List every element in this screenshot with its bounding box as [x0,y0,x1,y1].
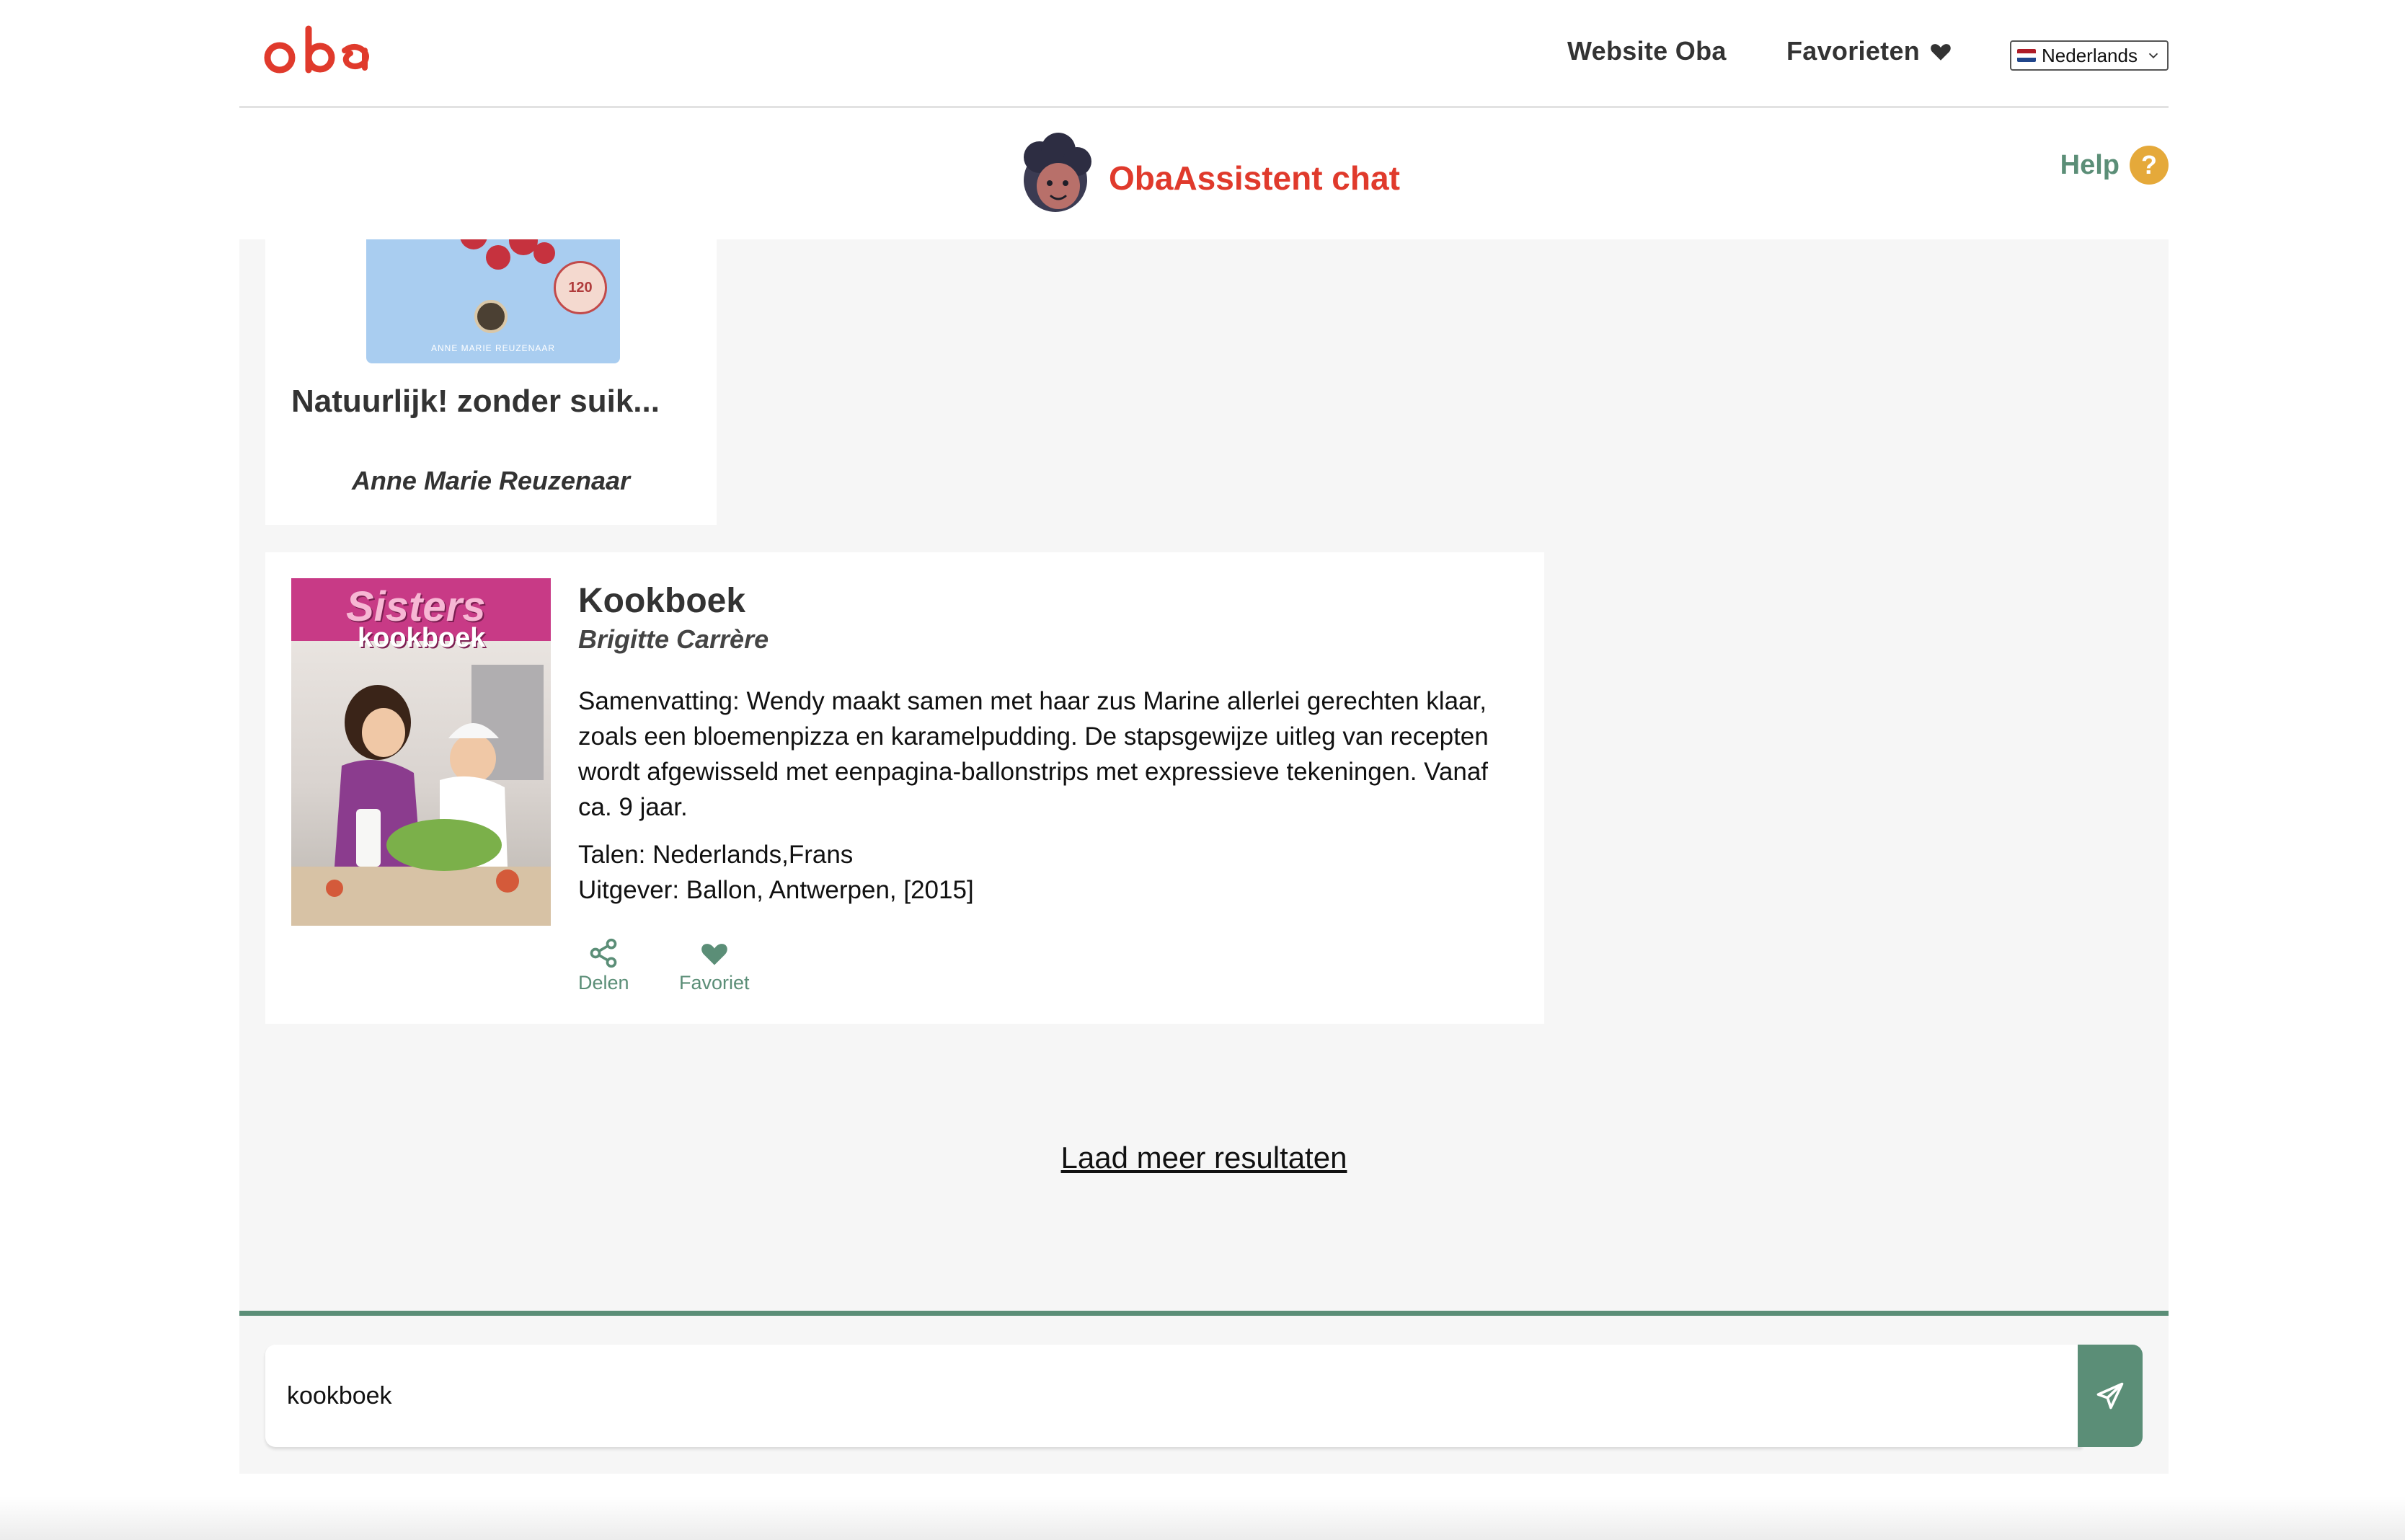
result-card-expanded: Sisters kookboek Kookboek Brigitte Carrè… [265,552,1544,1024]
book-author: Anne Marie Reuzenaar [351,466,631,495]
book-cover-image[interactable]: 120 ANNE MARIE REUZENAAR [366,239,620,363]
page-bottom-shadow [0,1497,2405,1540]
book-title[interactable]: Natuurlijk! zonder suik... [291,384,660,420]
share-button[interactable]: Delen [578,937,629,994]
assistant-avatar [1024,133,1091,212]
book-summary: Samenvatting: Wendy maakt samen met haar… [578,687,1489,821]
book-author: Brigitte Carrère [578,624,769,654]
cover-illustration [291,665,551,926]
language-selected-value: Nederlands [2042,44,2138,66]
result-card[interactable]: 120 ANNE MARIE REUZENAAR Natuurlijk! zon… [265,239,717,525]
book-languages: Talen: Nederlands,Frans [578,841,854,869]
heart-icon [701,944,727,965]
load-more-link[interactable]: Laad meer resultaten [1061,1141,1347,1174]
help-label: Help [2060,149,2120,180]
heart-icon [1931,44,1951,61]
cover-caption: ANNE MARIE REUZENAAR [430,343,556,353]
share-icon [590,938,617,968]
cover-decoration [460,239,487,249]
book-publisher: Uitgever: Ballon, Antwerpen, [2015] [578,876,974,904]
chat-messages-area[interactable]: 120 ANNE MARIE REUZENAAR Natuurlijk! zon… [239,239,2169,1311]
oba-logo[interactable] [264,22,386,79]
share-label: Delen [578,972,629,994]
chat-title: ObaAssistent chat [1109,159,1400,197]
cover-portrait [474,300,508,333]
chat-message-input[interactable] [265,1345,2082,1447]
nav-favorites[interactable]: Favorieten [1786,36,1953,66]
language-select[interactable]: Nederlands [2010,40,2169,71]
dutch-flag-icon [2017,49,2036,62]
cover-decoration [533,242,555,264]
chat-input-bar [239,1311,2169,1474]
load-more-container: Laad meer resultaten [239,1141,2169,1175]
nav-website-oba[interactable]: Website Oba [1567,36,1727,66]
cover-decoration [486,245,510,270]
question-mark-icon: ? [2130,146,2169,185]
chat-title-bar: ObaAssistent chat Help ? [239,108,2169,239]
send-button[interactable] [2078,1345,2143,1447]
book-title[interactable]: Kookboek [578,581,745,621]
send-icon [2096,1382,2124,1410]
cover-badge: 120 [554,261,607,314]
top-navigation-bar: Website Oba Favorieten Nederlands [239,0,2169,108]
favorite-button[interactable]: Favoriet [679,937,750,994]
chevron-down-icon [2148,53,2158,59]
help-button[interactable]: Help ? [2060,146,2169,185]
book-cover-image[interactable]: Sisters kookboek [291,578,551,926]
nav-favorites-label: Favorieten [1786,36,1921,66]
favorite-label: Favoriet [679,972,750,994]
